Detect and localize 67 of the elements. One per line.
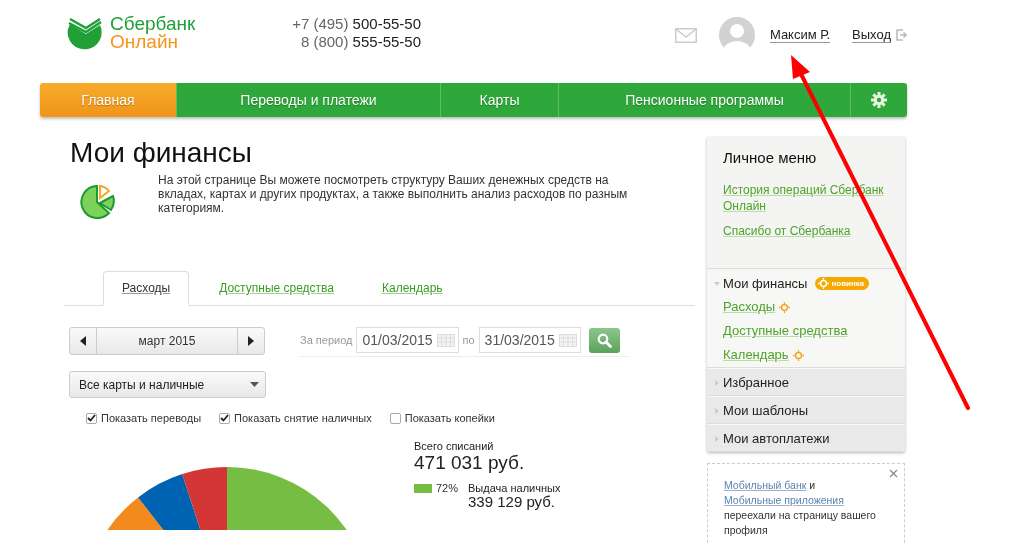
nav-tab[interactable]: Карты [441,83,559,117]
left-arrow-icon [80,336,86,346]
expand-arrow-icon[interactable] [714,435,720,442]
search-button[interactable] [588,327,620,353]
notice-link[interactable]: Мобильные приложения [724,494,844,506]
logo-text[interactable]: Сбербанк [110,15,196,33]
new-badge: новинка [815,277,870,290]
tab[interactable]: Доступные средства [201,272,352,305]
menu-link[interactable]: Спасибо от Сбербанка [723,223,899,239]
checkbox[interactable] [219,412,231,424]
period-label: За период [300,334,353,346]
menu-link[interactable]: Расходы [723,299,776,315]
section-title[interactable]: Мои финансы [723,276,808,291]
month-selector[interactable]: март 2015 [69,327,265,355]
logo-subtext[interactable]: Онлайн [110,33,196,51]
checkbox[interactable] [86,412,97,424]
settings-button[interactable] [851,83,907,117]
category-amount: 339 129 руб. [468,494,556,510]
nav-tab[interactable]: Главная [40,83,177,117]
checkbox-label: Показать копейки [404,412,495,424]
search-icon [596,332,612,348]
menu-link[interactable]: Календарь [723,347,789,363]
checkbox[interactable] [389,412,401,424]
exit-icon[interactable] [896,29,907,41]
category-name: Выдача наличных [468,482,561,494]
page-title: Мои финансы [70,137,253,169]
date-field[interactable]: 31/03/2015 [478,327,581,353]
notice-text: Мобильный банк и Мобильные приложения переехали на страницу вашего профиля [724,478,877,538]
collapse-arrow-icon[interactable] [714,280,720,287]
avatar-icon [718,17,755,53]
category-percent: 72% [436,482,460,494]
phone-number: +7 (495) 500-55-50 [292,15,421,33]
calendar-icon[interactable] [558,333,577,347]
settings-icon [871,92,887,108]
nav-tab[interactable]: Пенсионные программы [559,83,851,117]
notice-link[interactable]: Мобильный банк [724,479,807,491]
user-name-link[interactable]: Максим Р. [769,27,831,43]
account-dropdown[interactable]: Все карты и наличные [69,371,266,398]
phone-number: 8 (800) 555-55-50 [300,33,421,51]
checkbox-label: Показать переводы [101,412,202,424]
caret-icon [250,382,259,387]
section-title[interactable]: Мои шаблоны [723,403,809,418]
mail-icon[interactable] [674,27,697,43]
menu-title: Личное меню [723,149,818,166]
nav-tab[interactable]: Переводы и платежи [177,83,441,117]
close-icon[interactable] [889,469,898,478]
section-title[interactable]: Избранное [723,375,789,390]
checkmark-icon [87,414,96,422]
calendar-icon[interactable] [436,333,455,347]
period-label: по [462,334,475,346]
date-field[interactable]: 01/03/2015 [356,327,459,353]
sun-icon [818,278,830,289]
expand-arrow-icon[interactable] [714,407,720,414]
total-amount: 471 031 руб. [414,452,526,474]
page-description: На этой странице Вы можете посмотреть структуру Ваших денежных средств на вкладах, картах и других продуктах, а также выполнить анализ расходов по разным категориям. [158,173,629,217]
checkmark-icon [220,414,230,422]
tab[interactable]: Календарь [364,272,461,305]
right-arrow-icon [248,336,254,346]
month-label: март 2015 [137,333,197,350]
pie-chart-icon [80,183,116,219]
menu-link[interactable]: Доступные средства [723,323,848,339]
logout-link[interactable]: Выход [852,27,891,43]
section-title[interactable]: Мои автоплатежи [723,431,830,446]
expand-arrow-icon[interactable] [714,379,720,386]
checkbox-label: Показать снятие наличных [234,412,372,424]
total-label: Всего списаний [414,440,495,452]
tab[interactable]: Расходы [103,271,190,306]
